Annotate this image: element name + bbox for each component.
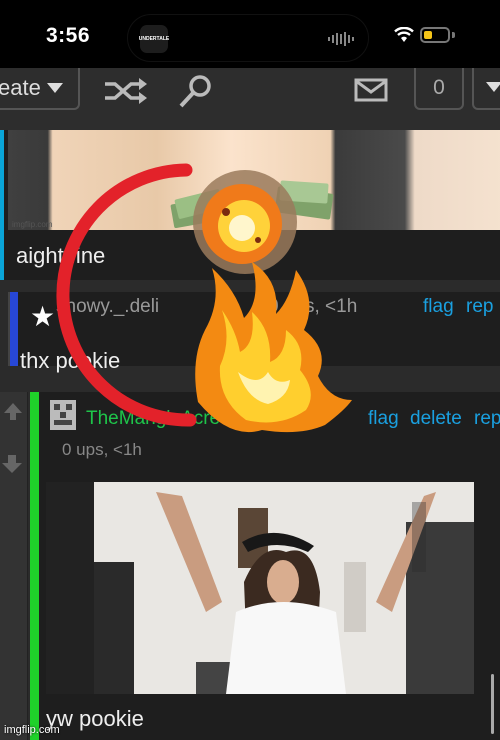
comment-3-username[interactable]: TheMangleAcre xyxy=(86,408,220,430)
comment-2-username[interactable]: snowy._.deli xyxy=(56,296,159,318)
comment-1: imgflip.com aight fine xyxy=(0,130,500,280)
footer-watermark: imgflip.com xyxy=(4,724,60,736)
clock: 3:56 xyxy=(46,24,91,47)
flag-link[interactable]: flag xyxy=(423,296,454,318)
mail-icon[interactable] xyxy=(354,78,388,102)
comment-3-image[interactable] xyxy=(46,482,474,694)
comment-2-meta: 0 ups, <1h xyxy=(268,296,358,317)
comment-3-text: yw pookie xyxy=(46,706,144,731)
comment-1-image[interactable] xyxy=(8,130,500,230)
more-menu-button[interactable] xyxy=(472,68,500,110)
flag-link[interactable]: flag xyxy=(368,408,399,430)
avatar[interactable] xyxy=(50,400,76,430)
delete-link[interactable]: delete xyxy=(410,408,462,430)
sort-select-label: eate xyxy=(0,75,41,100)
comment-3: TheMangleAcre flag delete rep 0 ups, <1h… xyxy=(0,392,500,740)
island-app-icon: UNDERTALE xyxy=(139,25,169,53)
vote-column xyxy=(0,392,28,740)
search-icon[interactable] xyxy=(178,74,214,110)
thread-gutter xyxy=(0,292,10,366)
shuffle-icon[interactable] xyxy=(103,76,149,106)
comment-2: snowy._.deli 0 ups, <1h flag rep thx poo… xyxy=(0,280,500,392)
status-bar: 3:56 UNDERTALE xyxy=(0,0,500,68)
battery-cap xyxy=(452,32,455,38)
downvote-icon[interactable] xyxy=(0,452,24,476)
upvote-icon[interactable] xyxy=(2,400,24,422)
notification-count[interactable]: 0 xyxy=(414,68,464,110)
dynamic-island[interactable]: UNDERTALE xyxy=(127,14,369,62)
comment-1-text: aight fine xyxy=(16,243,106,268)
scrollbar[interactable] xyxy=(491,674,494,734)
comment-3-meta: 0 ups, <1h xyxy=(62,440,142,459)
chevron-down-icon xyxy=(46,83,63,93)
reply-link[interactable]: rep xyxy=(466,296,493,318)
toolbar: eate 0 xyxy=(0,68,500,130)
sort-select[interactable]: eate xyxy=(0,68,80,110)
comment-2-text: thx pookie xyxy=(20,348,121,373)
star-icon: ★ xyxy=(30,301,56,332)
chevron-down-icon xyxy=(486,82,500,92)
audio-wave-icon xyxy=(328,32,354,46)
reply-link[interactable]: rep xyxy=(474,408,500,430)
wifi-icon xyxy=(394,27,414,42)
battery-icon xyxy=(420,27,450,43)
image-watermark: imgflip.com xyxy=(12,220,53,229)
